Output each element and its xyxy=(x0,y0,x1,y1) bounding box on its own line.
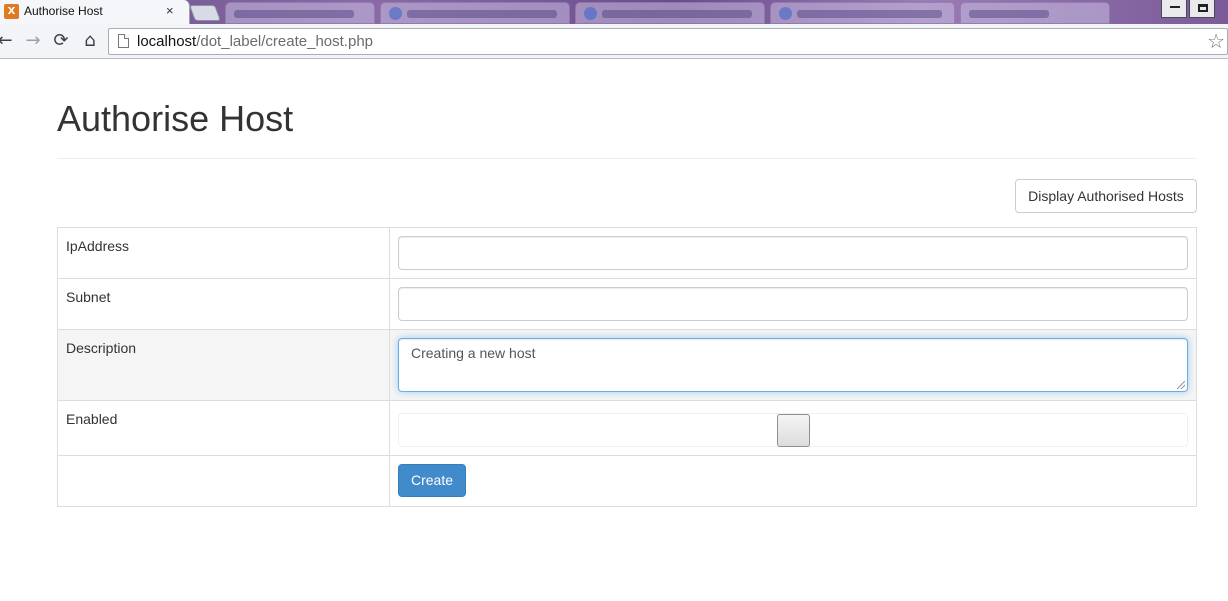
browser-tab-inactive[interactable] xyxy=(380,2,570,24)
url-text: localhost/dot_label/create_host.php xyxy=(137,33,373,50)
ip-address-label: IpAddress xyxy=(57,227,390,279)
empty-label-cell xyxy=(57,455,390,507)
browser-tab-inactive[interactable] xyxy=(225,2,375,24)
ip-address-input[interactable] xyxy=(398,236,1188,270)
subnet-cell xyxy=(389,278,1197,330)
url-path: /dot_label/create_host.php xyxy=(196,33,374,50)
tab-favicon-icon xyxy=(584,7,597,20)
tab-title-blurred xyxy=(234,10,354,18)
form-row-ip: IpAddress xyxy=(57,227,1197,279)
browser-tab-inactive[interactable] xyxy=(770,2,955,24)
tab-close-icon[interactable]: × xyxy=(166,3,174,18)
tab-title: Authorise Host xyxy=(24,4,103,18)
description-label: Description xyxy=(57,329,390,401)
description-cell: Creating a new host xyxy=(389,329,1197,401)
subnet-label: Subnet xyxy=(57,278,390,330)
page-icon xyxy=(118,34,129,48)
form-row-enabled: Enabled xyxy=(57,400,1197,456)
description-textarea[interactable]: Creating a new host xyxy=(398,338,1188,392)
url-host: localhost xyxy=(137,33,197,50)
subnet-input[interactable] xyxy=(398,287,1188,321)
form-row-subnet: Subnet xyxy=(57,278,1197,330)
reload-icon[interactable]: ⟳ xyxy=(50,30,72,52)
home-icon[interactable]: ⌂ xyxy=(79,30,101,52)
page-title: Authorise Host xyxy=(57,98,294,139)
back-arrow-icon[interactable]: ← xyxy=(0,30,16,52)
xampp-icon: X xyxy=(4,4,19,19)
address-bar[interactable]: localhost/dot_label/create_host.php ☆ xyxy=(108,28,1228,55)
form-row-submit: Create xyxy=(57,455,1197,507)
resize-grip-icon[interactable] xyxy=(1177,381,1185,389)
create-button[interactable]: Create xyxy=(398,464,467,497)
forward-arrow-icon[interactable]: → xyxy=(22,30,44,52)
tab-title-blurred xyxy=(602,10,752,18)
new-tab-button[interactable] xyxy=(189,5,221,21)
ip-address-cell xyxy=(389,227,1197,279)
tab-title-blurred xyxy=(797,10,942,18)
display-authorised-hosts-button[interactable]: Display Authorised Hosts xyxy=(1015,179,1197,213)
maximize-icon xyxy=(1198,4,1208,12)
description-text: Creating a new host xyxy=(411,345,536,361)
title-divider xyxy=(57,158,1197,159)
enabled-cell xyxy=(389,400,1197,456)
bookmark-star-icon[interactable]: ☆ xyxy=(1207,31,1225,51)
minimize-icon xyxy=(1170,6,1180,8)
browser-tab-inactive[interactable] xyxy=(960,2,1110,24)
maximize-button[interactable] xyxy=(1189,0,1215,18)
minimize-button[interactable] xyxy=(1161,0,1187,18)
browser-toolbar: ← → ⟳ ⌂ localhost/dot_label/create_host.… xyxy=(0,24,1228,59)
submit-cell: Create xyxy=(389,455,1197,507)
enabled-control xyxy=(398,413,1188,447)
tab-favicon-icon xyxy=(779,7,792,20)
browser-tab-active[interactable]: X Authorise Host × xyxy=(0,0,190,24)
browser-tab-strip: X Authorise Host × xyxy=(0,0,1228,24)
tab-title-blurred xyxy=(407,10,557,18)
enabled-label: Enabled xyxy=(57,400,390,456)
form-row-description: Description Creating a new host xyxy=(57,329,1197,401)
enabled-checkbox[interactable] xyxy=(777,414,810,447)
host-form-table: IpAddress Subnet Description Creating a … xyxy=(57,227,1197,507)
tab-favicon-icon xyxy=(389,7,402,20)
browser-tab-inactive[interactable] xyxy=(575,2,765,24)
tab-title-blurred xyxy=(969,10,1049,18)
